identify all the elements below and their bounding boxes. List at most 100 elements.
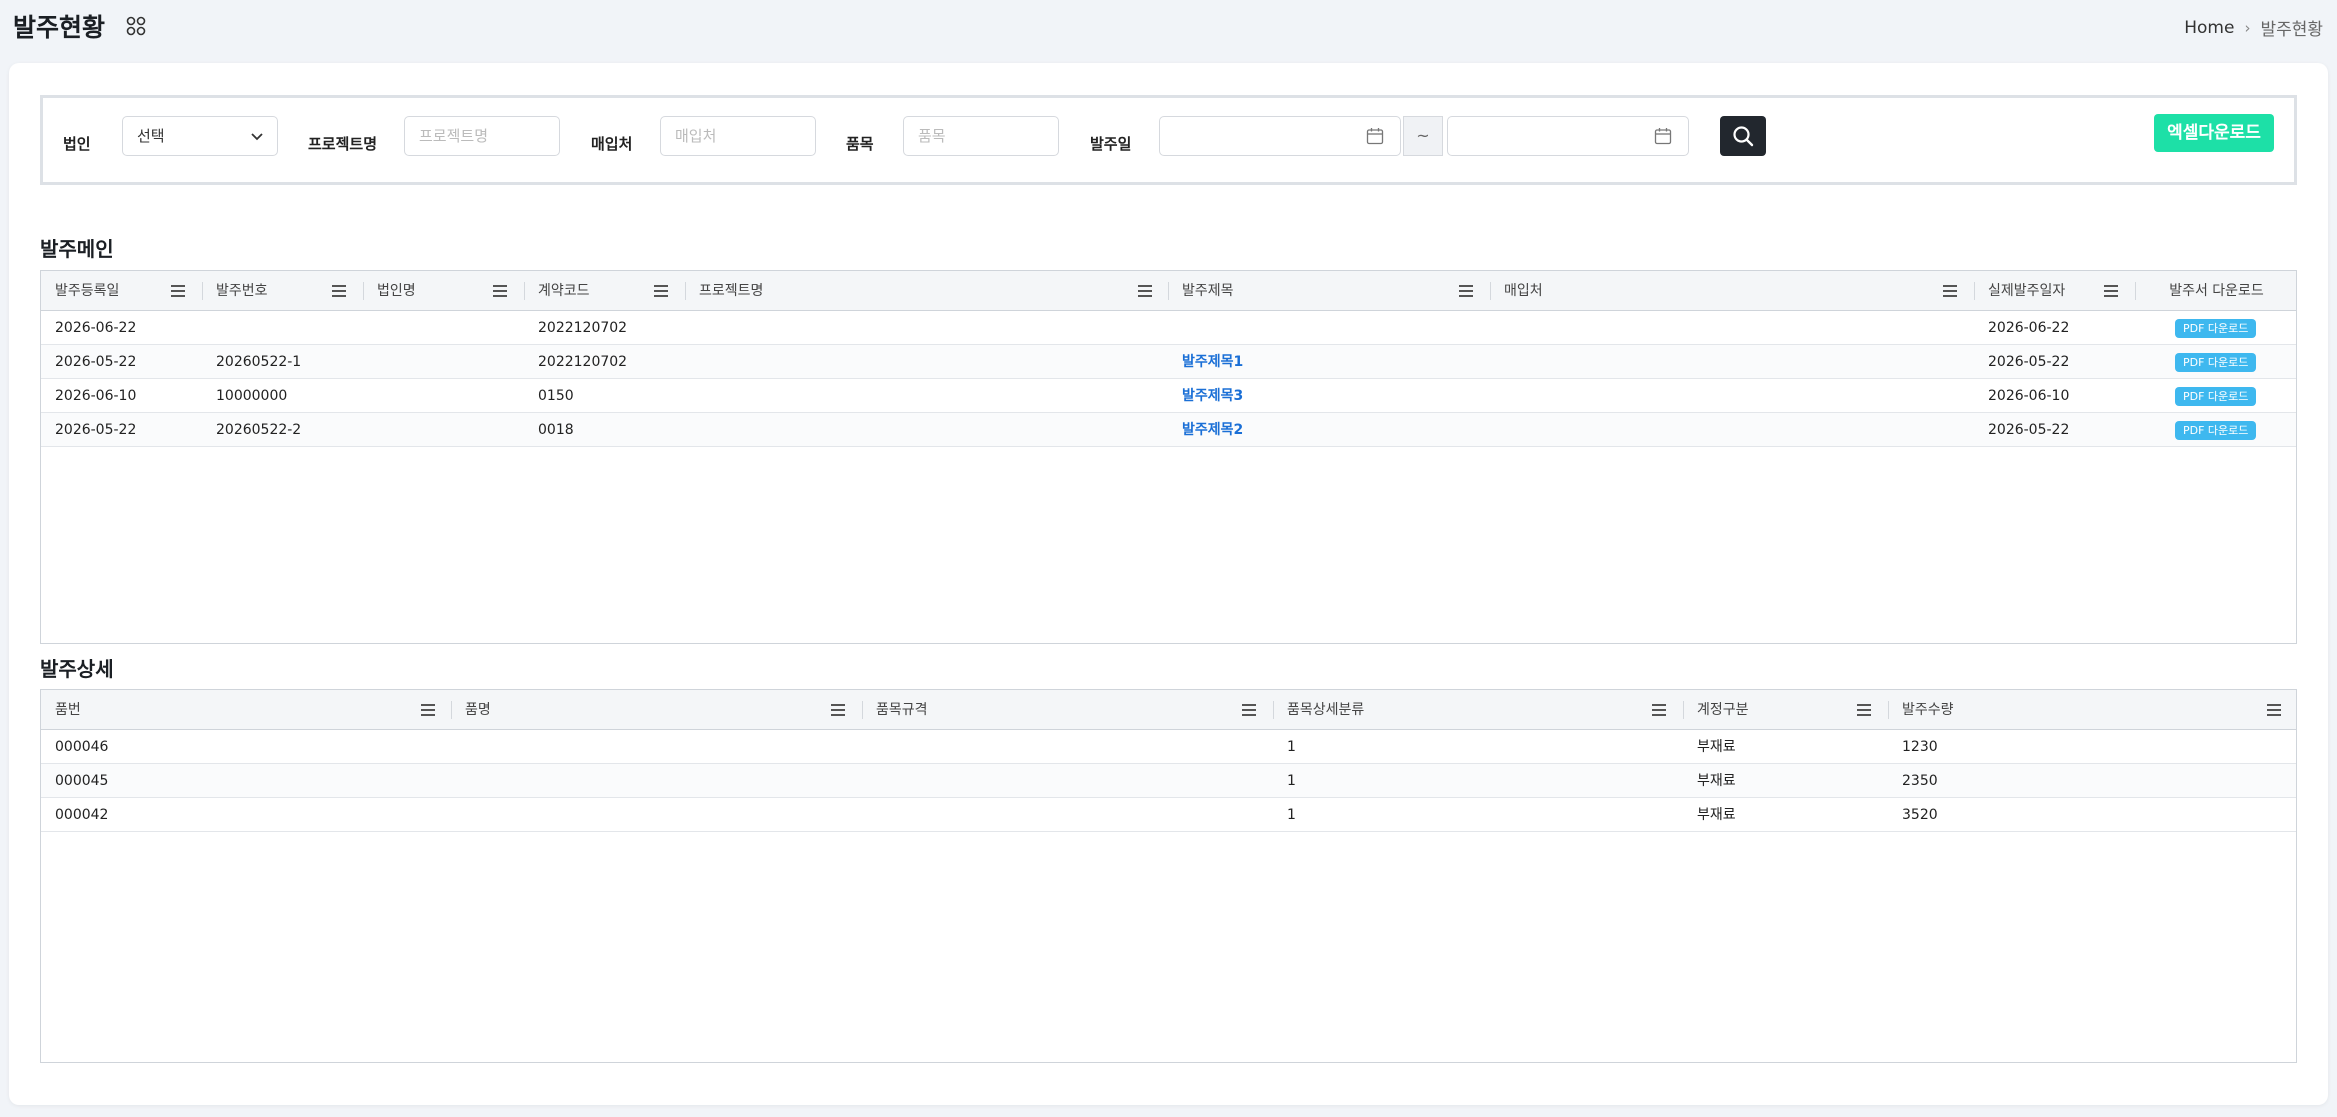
cell-po-no: 20260522-2: [216, 422, 302, 438]
date-label: 발주일: [1090, 135, 1132, 153]
col-header-account[interactable]: 계정구분: [1683, 690, 1749, 730]
corp-label: 법인: [63, 135, 91, 153]
filter-panel: 법인 선택 프로젝트명 프로젝트명 매입처 매입처 품목 품목 발주일 ~ 엑셀…: [40, 95, 2297, 185]
search-icon: [1733, 126, 1754, 147]
col-header-part-no[interactable]: 품번: [41, 690, 81, 730]
column-menu-icon[interactable]: [654, 285, 668, 297]
col-header-qty[interactable]: 발주수량: [1888, 690, 1954, 730]
col-header-contract[interactable]: 계약코드: [524, 271, 590, 311]
cell-actual-date: 2026-05-22: [1988, 422, 2070, 438]
item-label: 품목: [846, 135, 874, 153]
apps-grid-icon[interactable]: [125, 15, 147, 37]
col-header-download: 발주서 다운로드: [2169, 283, 2264, 299]
top-bar: 발주현황 Home › 발주현황: [0, 0, 2337, 60]
col-header-po-no[interactable]: 발주번호: [202, 271, 268, 311]
breadcrumb-home[interactable]: Home: [2184, 18, 2234, 38]
cell-qty: 2350: [1902, 773, 1938, 789]
cell-subject-link[interactable]: 발주제목1: [1168, 345, 1243, 379]
table-row[interactable]: 2026-05-22 20260522-2 0018 발주제목2 2026-05…: [41, 413, 2296, 447]
table-row[interactable]: 000042 1 부재료 3520: [41, 798, 2296, 832]
cell-reg-date: 2026-05-22: [55, 354, 137, 370]
pdf-download-button[interactable]: PDF 다운로드: [2175, 421, 2257, 440]
cell-contract: 2022120702: [538, 320, 628, 336]
cell-part-no: 000045: [55, 773, 109, 789]
table-row[interactable]: 2026-06-10 10000000 0150 발주제목3 2026-06-1…: [41, 379, 2296, 413]
date-range-separator: ~: [1403, 116, 1443, 156]
excel-download-button[interactable]: 엑셀다운로드: [2154, 114, 2274, 152]
column-menu-icon[interactable]: [1242, 704, 1256, 716]
cell-contract: 0018: [538, 422, 574, 438]
cell-contract: 0150: [538, 388, 574, 404]
cell-po-no: [202, 311, 216, 345]
detail-grid: 품번 품명 품목규격 품목상세분류 계정구분 발주수량 000046 1 부재료…: [40, 689, 2297, 1063]
item-input[interactable]: 품목: [903, 116, 1059, 156]
chevron-right-icon: ›: [2244, 18, 2251, 37]
cell-part-no: 000042: [55, 807, 109, 823]
column-menu-icon[interactable]: [421, 704, 435, 716]
column-menu-icon[interactable]: [171, 285, 185, 297]
column-menu-icon[interactable]: [831, 704, 845, 716]
date-from-input[interactable]: [1159, 116, 1401, 156]
cell-qty: 3520: [1902, 807, 1938, 823]
cell-reg-date: 2026-06-22: [55, 320, 137, 336]
column-menu-icon[interactable]: [2104, 285, 2118, 297]
cell-po-no: 10000000: [216, 388, 288, 404]
col-header-corp[interactable]: 법인명: [363, 271, 416, 311]
main-grid: 발주등록일 발주번호 법인명 계약코드 프로젝트명 발주제목 매입처 실제발주일…: [40, 270, 2297, 644]
calendar-icon[interactable]: [1654, 127, 1672, 145]
col-header-spec[interactable]: 품목규격: [862, 690, 928, 730]
cell-part-no: 000046: [55, 739, 109, 755]
breadcrumb-current: 발주현황: [2260, 20, 2323, 40]
col-header-reg-date[interactable]: 발주등록일: [41, 271, 119, 311]
cell-qty: 1230: [1902, 739, 1938, 755]
cell-detail-class: 1: [1287, 773, 1296, 789]
breadcrumb: Home › 발주현황: [2184, 15, 2323, 41]
cell-subject-link[interactable]: 발주제목3: [1168, 379, 1243, 413]
search-button[interactable]: [1720, 116, 1766, 156]
corp-select[interactable]: 선택: [122, 116, 278, 156]
col-header-vendor[interactable]: 매입처: [1490, 271, 1543, 311]
column-menu-icon[interactable]: [493, 285, 507, 297]
column-menu-icon[interactable]: [332, 285, 346, 297]
main-grid-title: 발주메인: [40, 237, 114, 261]
cell-po-no: 20260522-1: [216, 354, 302, 370]
col-header-detail-class[interactable]: 품목상세분류: [1273, 690, 1364, 730]
pdf-download-button[interactable]: PDF 다운로드: [2175, 353, 2257, 372]
detail-grid-title: 발주상세: [40, 657, 114, 681]
column-menu-icon[interactable]: [1138, 285, 1152, 297]
col-header-actual-date[interactable]: 실제발주일자: [1974, 271, 2065, 311]
cell-reg-date: 2026-05-22: [55, 422, 137, 438]
column-menu-icon[interactable]: [1459, 285, 1473, 297]
cell-account: 부재료: [1697, 773, 1736, 789]
col-header-project[interactable]: 프로젝트명: [685, 271, 763, 311]
date-to-input[interactable]: [1447, 116, 1689, 156]
col-header-subject[interactable]: 발주제목: [1168, 271, 1234, 311]
project-label: 프로젝트명: [308, 135, 378, 153]
pdf-download-button[interactable]: PDF 다운로드: [2175, 387, 2257, 406]
calendar-icon[interactable]: [1366, 127, 1384, 145]
cell-detail-class: 1: [1287, 739, 1296, 755]
main-grid-header: 발주등록일 발주번호 법인명 계약코드 프로젝트명 발주제목 매입처 실제발주일…: [41, 271, 2296, 311]
project-input[interactable]: 프로젝트명: [404, 116, 560, 156]
cell-reg-date: 2026-06-10: [55, 388, 137, 404]
table-row[interactable]: 000046 1 부재료 1230: [41, 730, 2296, 764]
column-menu-icon[interactable]: [1857, 704, 1871, 716]
cell-account: 부재료: [1697, 739, 1736, 755]
cell-subject-link[interactable]: 발주제목2: [1168, 413, 1243, 447]
col-header-name[interactable]: 품명: [451, 690, 491, 730]
cell-subject-link[interactable]: [1168, 311, 1182, 345]
cell-actual-date: 2026-06-22: [1988, 320, 2070, 336]
cell-actual-date: 2026-06-10: [1988, 388, 2070, 404]
column-menu-icon[interactable]: [2267, 704, 2281, 716]
cell-detail-class: 1: [1287, 807, 1296, 823]
table-row[interactable]: 2026-06-22 2022120702 2026-06-22 PDF 다운로…: [41, 311, 2296, 345]
table-row[interactable]: 000045 1 부재료 2350: [41, 764, 2296, 798]
cell-contract: 2022120702: [538, 354, 628, 370]
detail-grid-header: 품번 품명 품목규격 품목상세분류 계정구분 발주수량: [41, 690, 2296, 730]
column-menu-icon[interactable]: [1943, 285, 1957, 297]
cell-actual-date: 2026-05-22: [1988, 354, 2070, 370]
vendor-input[interactable]: 매입처: [660, 116, 816, 156]
pdf-download-button[interactable]: PDF 다운로드: [2175, 319, 2257, 338]
column-menu-icon[interactable]: [1652, 704, 1666, 716]
table-row[interactable]: 2026-05-22 20260522-1 2022120702 발주제목1 2…: [41, 345, 2296, 379]
